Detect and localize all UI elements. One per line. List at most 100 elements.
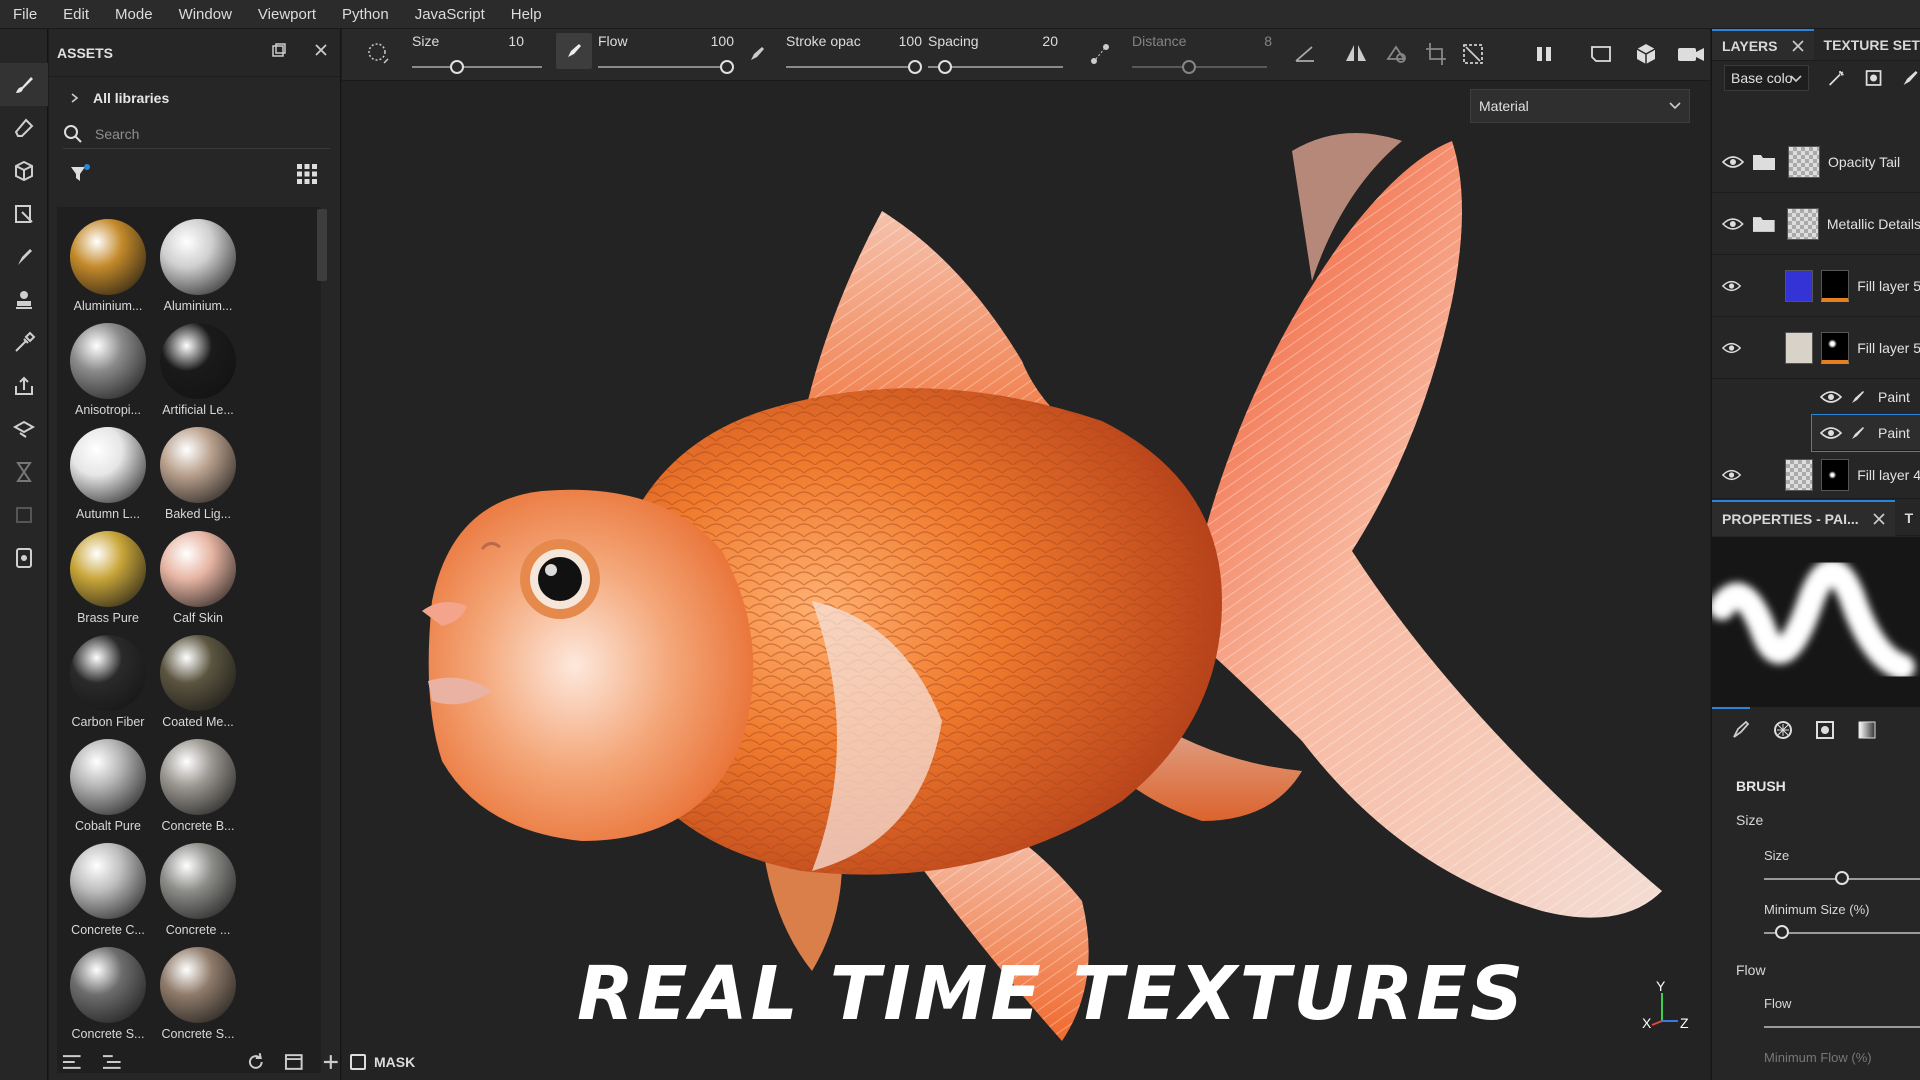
- asset-item[interactable]: Anisotropi...: [61, 319, 155, 423]
- cube-view-icon[interactable]: [1632, 41, 1660, 67]
- tab-texture-set[interactable]: TEXTURE SET: [1814, 29, 1920, 60]
- size-slider[interactable]: Size 10: [412, 29, 542, 81]
- list-compact-icon[interactable]: [101, 1052, 123, 1072]
- asset-item[interactable]: Aluminium...: [151, 215, 245, 319]
- layer-row[interactable]: Opacity Tail: [1712, 131, 1920, 193]
- color-picker-tool[interactable]: [0, 321, 48, 364]
- asset-item[interactable]: Concrete S...: [151, 943, 245, 1047]
- visibility-eye-icon[interactable]: [1722, 217, 1744, 231]
- id-tool[interactable]: [0, 536, 48, 579]
- layer-row[interactable]: Fill layer 5: [1712, 317, 1920, 379]
- folder-icon[interactable]: [1752, 214, 1776, 234]
- add-paint-layer-icon[interactable]: [1901, 67, 1920, 89]
- stroke-pen-icon[interactable]: [748, 45, 766, 63]
- distance-slider[interactable]: Distance 8: [1132, 29, 1272, 81]
- video-camera-icon[interactable]: [1676, 41, 1706, 67]
- flow-slider-handle[interactable]: [720, 60, 734, 74]
- asset-item[interactable]: Brass Pure: [61, 527, 155, 631]
- visibility-eye-icon[interactable]: [1722, 468, 1742, 482]
- material-mode-select[interactable]: Material: [1470, 89, 1690, 123]
- visibility-eye-icon[interactable]: [1820, 426, 1842, 440]
- close-icon[interactable]: [1873, 512, 1885, 525]
- refresh-icon[interactable]: [246, 1052, 266, 1072]
- list-view-icon[interactable]: [61, 1052, 83, 1072]
- visibility-eye-icon[interactable]: [1722, 341, 1742, 355]
- asset-item[interactable]: Artificial Le...: [151, 319, 245, 423]
- search-input[interactable]: Search: [95, 126, 139, 142]
- layer-row[interactable]: Fill layer 5: [1712, 255, 1920, 317]
- brush-shape-icon[interactable]: [366, 41, 392, 67]
- material-picker-icon[interactable]: [1382, 41, 1410, 67]
- transform-tool[interactable]: [0, 493, 48, 536]
- crop-icon[interactable]: [1422, 41, 1450, 67]
- bake-tool[interactable]: [0, 364, 48, 407]
- add-icon[interactable]: [321, 1052, 341, 1072]
- asset-item[interactable]: Aluminium...: [61, 215, 155, 319]
- float-panel-icon[interactable]: [272, 43, 286, 57]
- new-window-icon[interactable]: [284, 1052, 304, 1072]
- brush-settings-icon[interactable]: [1730, 719, 1752, 741]
- layer-row[interactable]: Paint: [1812, 379, 1920, 415]
- asset-item[interactable]: Autumn L...: [61, 423, 155, 527]
- asset-search[interactable]: Search: [63, 119, 330, 149]
- polygon-fill-tool[interactable]: [0, 192, 48, 235]
- pause-icon[interactable]: [1534, 41, 1554, 67]
- menu-javascript[interactable]: JavaScript: [402, 6, 498, 23]
- asset-item[interactable]: Baked Lig...: [151, 423, 245, 527]
- angle-icon[interactable]: [1292, 41, 1320, 67]
- geometry-mask-tool[interactable]: [0, 407, 48, 450]
- menu-edit[interactable]: Edit: [50, 6, 102, 23]
- visibility-eye-icon[interactable]: [1820, 390, 1842, 404]
- channel-select[interactable]: Base colo: [1724, 65, 1809, 91]
- stroke-opacity-handle[interactable]: [908, 60, 922, 74]
- spacing-slider-handle[interactable]: [938, 60, 952, 74]
- grid-view-icon[interactable]: [296, 163, 318, 185]
- visibility-eye-icon[interactable]: [1722, 279, 1742, 293]
- asset-item[interactable]: Concrete C...: [61, 839, 155, 943]
- clone-tool[interactable]: [0, 278, 48, 321]
- eraser-tool[interactable]: [0, 106, 48, 149]
- layer-row[interactable]: Metallic Details: [1712, 193, 1920, 255]
- tab-layers[interactable]: LAYERS: [1712, 29, 1814, 60]
- menu-python[interactable]: Python: [329, 6, 402, 23]
- size-slider-handle[interactable]: [450, 60, 464, 74]
- asset-item[interactable]: Calf Skin: [151, 527, 245, 631]
- paint-brush-tool[interactable]: [0, 63, 48, 106]
- minimum-size-handle[interactable]: [1775, 925, 1789, 939]
- selection-icon[interactable]: [1460, 41, 1488, 67]
- distance-slider-handle[interactable]: [1182, 60, 1196, 74]
- close-icon[interactable]: [1791, 39, 1804, 52]
- layer-row[interactable]: Fill layer 4: [1712, 451, 1920, 499]
- menu-help[interactable]: Help: [498, 6, 555, 23]
- menu-mode[interactable]: Mode: [102, 6, 166, 23]
- lazy-mouse-icon[interactable]: [1088, 41, 1112, 67]
- close-icon[interactable]: [314, 43, 328, 57]
- menu-window[interactable]: Window: [166, 6, 245, 23]
- flow-pen-toggle[interactable]: [556, 33, 592, 69]
- gradient-icon[interactable]: [1856, 719, 1878, 741]
- asset-scrollbar[interactable]: [317, 209, 327, 281]
- folder-icon[interactable]: [1752, 152, 1776, 172]
- asset-item[interactable]: Cobalt Pure: [61, 735, 155, 839]
- projection-tool[interactable]: [0, 149, 48, 192]
- camera-frame-icon[interactable]: [1588, 41, 1616, 67]
- library-selector[interactable]: All libraries: [49, 77, 340, 119]
- layer-row[interactable]: Paint: [1811, 414, 1920, 452]
- magic-wand-icon[interactable]: [1827, 67, 1846, 89]
- asset-item[interactable]: Carbon Fiber: [61, 631, 155, 735]
- asset-item[interactable]: Concrete B...: [151, 735, 245, 839]
- brush-size-handle[interactable]: [1835, 871, 1849, 885]
- asset-item[interactable]: Concrete ...: [151, 839, 245, 943]
- asset-item[interactable]: Concrete S...: [61, 943, 155, 1047]
- spacing-slider[interactable]: Spacing 20: [928, 29, 1063, 81]
- alpha-icon[interactable]: [1772, 719, 1794, 741]
- add-mask-icon[interactable]: [1864, 67, 1883, 89]
- tab-second[interactable]: T: [1895, 510, 1920, 526]
- visibility-eye-icon[interactable]: [1722, 155, 1744, 169]
- smudge-tool[interactable]: [0, 235, 48, 278]
- stencil-icon[interactable]: [1814, 719, 1836, 741]
- asset-item[interactable]: Coated Me...: [151, 631, 245, 735]
- flow-slider[interactable]: Flow 100: [598, 29, 734, 81]
- symmetry-icon[interactable]: [1342, 41, 1370, 67]
- menu-viewport[interactable]: Viewport: [245, 6, 329, 23]
